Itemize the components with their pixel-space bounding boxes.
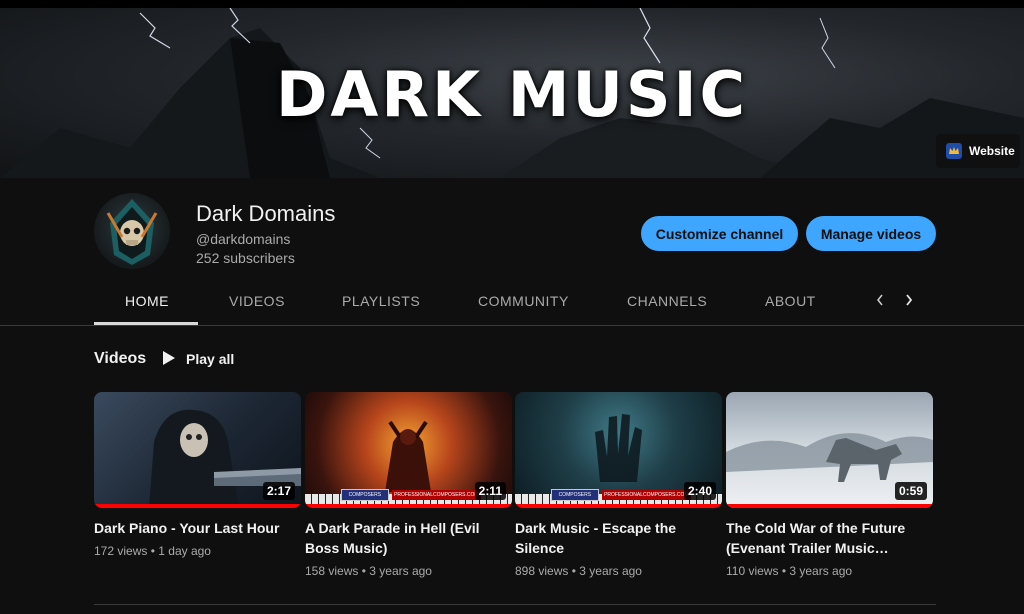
section-divider <box>94 604 936 605</box>
video-meta: 110 views • 3 years ago <box>726 564 853 578</box>
play-all-button[interactable]: Play all <box>162 348 234 370</box>
video-title[interactable]: Dark Music - Escape the Silence <box>515 518 722 558</box>
video-meta: 172 views • 1 day ago <box>94 544 211 558</box>
play-all-label: Play all <box>186 351 235 367</box>
tabs-divider <box>0 325 1024 326</box>
website-label: Website <box>969 144 1015 158</box>
video-meta: 158 views • 3 years ago <box>305 564 432 578</box>
website-link[interactable]: Website <box>936 134 1020 168</box>
video-duration: 2:11 <box>474 482 506 500</box>
banner-title: DARK MUSIC <box>275 58 749 131</box>
channel-tabs: HOME VIDEOS PLAYLISTS COMMUNITY CHANNELS… <box>94 279 936 325</box>
video-thumbnail[interactable]: 0:59 <box>726 392 933 508</box>
video-title[interactable]: The Cold War of the Future (Evenant Trail… <box>726 518 933 558</box>
video-card[interactable]: 2:17 Dark Piano - Your Last Hour 172 vie… <box>94 392 301 558</box>
channel-name: Dark Domains <box>196 201 336 226</box>
video-duration: 2:40 <box>683 482 716 500</box>
tab-channels[interactable]: CHANNELS <box>627 279 707 323</box>
channel-handle: @darkdomains <box>196 231 291 247</box>
video-thumbnail[interactable]: 2:17 <box>94 392 301 508</box>
video-thumbnail[interactable]: COMPOSERS PROFESSIONALCOMPOSERS.COM 2:40 <box>515 392 722 508</box>
watch-progress-bar <box>515 504 722 508</box>
watermark-strip: COMPOSERS PROFESSIONALCOMPOSERS.COM <box>551 489 691 501</box>
section-title: Videos <box>94 350 147 367</box>
video-card[interactable]: 0:59 The Cold War of the Future (Evenant … <box>726 392 933 578</box>
video-title[interactable]: A Dark Parade in Hell (Evil Boss Music) <box>305 518 512 558</box>
video-title[interactable]: Dark Piano - Your Last Hour <box>94 518 301 538</box>
top-strip <box>0 0 1024 8</box>
channel-banner: DARK MUSIC Website <box>0 8 1024 178</box>
chevron-right-icon[interactable] <box>900 290 918 312</box>
tab-videos[interactable]: VIDEOS <box>229 279 285 323</box>
subscriber-count: 252 subscribers <box>196 250 295 266</box>
play-icon <box>162 350 176 369</box>
watch-progress-bar <box>305 504 512 508</box>
video-meta: 898 views • 3 years ago <box>515 564 642 578</box>
video-thumbnail[interactable]: COMPOSERS PROFESSIONALCOMPOSERS.COM 2:11 <box>305 392 512 508</box>
chevron-left-icon[interactable] <box>871 290 889 312</box>
watermark-strip: COMPOSERS PROFESSIONALCOMPOSERS.COM <box>341 489 481 501</box>
video-duration: 0:59 <box>894 482 927 500</box>
channel-avatar[interactable] <box>94 193 170 269</box>
video-duration: 2:17 <box>262 482 295 500</box>
tab-playlists[interactable]: PLAYLISTS <box>342 279 420 323</box>
watch-progress-bar <box>94 504 301 508</box>
tab-home[interactable]: HOME <box>125 279 169 323</box>
website-favicon-icon <box>946 143 962 159</box>
watch-progress-bar <box>726 504 933 508</box>
manage-videos-button[interactable]: Manage videos <box>806 216 936 251</box>
tab-community[interactable]: COMMUNITY <box>478 279 569 323</box>
video-card[interactable]: COMPOSERS PROFESSIONALCOMPOSERS.COM 2:40… <box>515 392 722 578</box>
tab-about[interactable]: ABOUT <box>765 279 816 323</box>
customize-channel-button[interactable]: Customize channel <box>641 216 798 251</box>
video-card[interactable]: COMPOSERS PROFESSIONALCOMPOSERS.COM 2:11… <box>305 392 512 578</box>
